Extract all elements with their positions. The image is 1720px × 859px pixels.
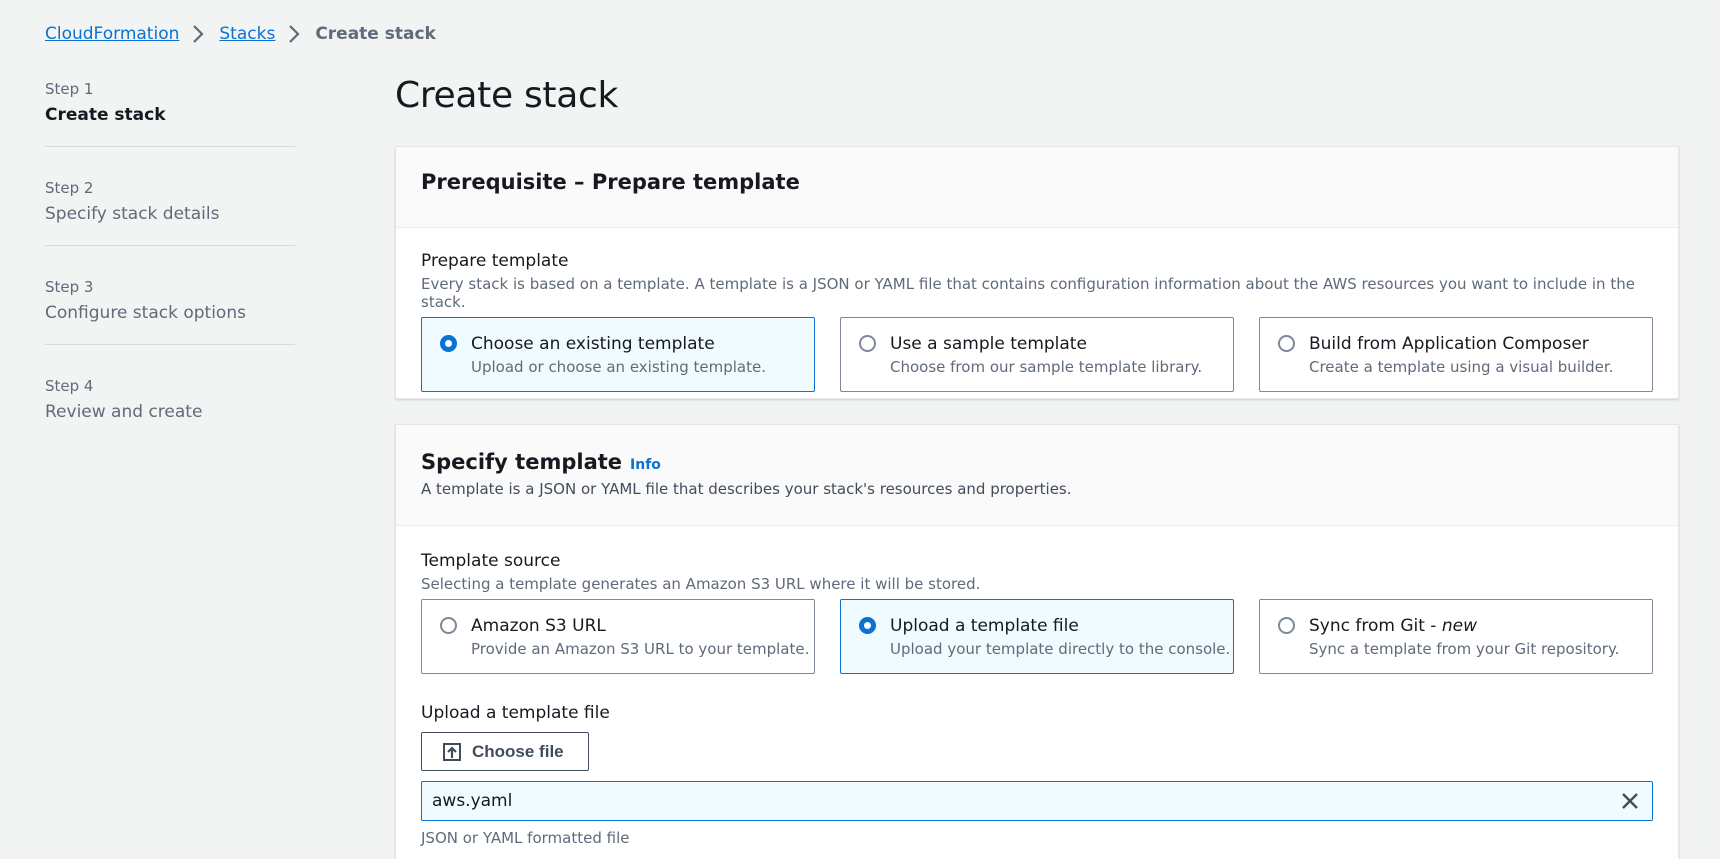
tile-title-text: Sync from Git - — [1309, 616, 1442, 636]
breadcrumb-current: Create stack — [315, 24, 436, 44]
step-number: Step 1 — [45, 80, 94, 98]
tile-title-text: Amazon S3 URL — [471, 616, 606, 636]
prerequisite-panel: Prerequisite – Prepare template Prepare … — [395, 146, 1679, 399]
radio-button[interactable] — [859, 335, 876, 352]
panel-title: Prerequisite – Prepare template — [421, 170, 800, 194]
tile-description: Choose from our sample template library. — [890, 358, 1203, 376]
tile-title: Use a sample template — [890, 334, 1087, 354]
chevron-right-icon — [192, 25, 204, 43]
step-number: Step 2 — [45, 179, 94, 197]
radio-button[interactable] — [440, 335, 457, 352]
wizard-step-1: Step 1 Create stack — [45, 75, 295, 147]
radio-button[interactable] — [1278, 617, 1295, 634]
selected-file-token: aws.yaml — [421, 781, 1653, 821]
panel-body: Template source Selecting a template gen… — [396, 526, 1678, 847]
panel-description: A template is a JSON or YAML file that d… — [421, 480, 1072, 498]
chevron-right-icon — [288, 25, 300, 43]
upload-label: Upload a template file — [421, 703, 610, 723]
wizard-step-3: Step 3 Configure stack options — [45, 273, 295, 345]
radio-button[interactable] — [440, 617, 457, 634]
tile-title: Choose an existing template — [471, 334, 715, 354]
tile-build-from-application-composer[interactable]: Build from Application Composer Create a… — [1259, 317, 1653, 392]
wizard-step-2: Step 2 Specify stack details — [45, 174, 295, 246]
tile-title: Build from Application Composer — [1309, 334, 1589, 354]
radio-button[interactable] — [859, 617, 876, 634]
field-description: Every stack is based on a template. A te… — [421, 275, 1635, 311]
specify-template-panel: Specify template Info A template is a JSO… — [395, 424, 1679, 859]
choose-file-label: Choose file — [472, 741, 564, 761]
file-constraint-text: JSON or YAML formatted file — [421, 829, 630, 847]
panel-title-text: Specify template — [421, 450, 623, 474]
close-icon[interactable] — [1618, 789, 1642, 813]
file-name: aws.yaml — [432, 791, 513, 811]
tile-choose-existing-template[interactable]: Choose an existing template Upload or ch… — [421, 317, 815, 392]
tile-title: Sync from Git - new — [1309, 615, 1619, 637]
wizard-steps: Step 1 Create stack Step 2 Specify stack… — [45, 75, 295, 470]
tile-description: Create a template using a visual builder… — [1309, 358, 1614, 376]
panel-title: Specify template Info — [421, 450, 1653, 474]
page-title: Create stack — [395, 75, 619, 116]
tile-use-sample-template[interactable]: Use a sample template Choose from our sa… — [840, 317, 1234, 392]
field-label: Template source — [421, 551, 561, 571]
tile-title: Amazon S3 URL — [471, 615, 809, 637]
tile-description: Upload or choose an existing template. — [471, 358, 766, 376]
step-title[interactable]: Review and create — [45, 399, 295, 426]
panel-body: Prepare template Every stack is based on… — [396, 228, 1678, 392]
tile-upload-template-file[interactable]: Upload a template file Upload your templ… — [840, 599, 1234, 674]
wizard-step-4: Step 4 Review and create — [45, 372, 295, 443]
template-source-radio-group: Amazon S3 URL Provide an Amazon S3 URL t… — [421, 599, 1653, 674]
field-description: Selecting a template generates an Amazon… — [421, 575, 981, 593]
tile-sync-from-git[interactable]: Sync from Git - new Sync a template from… — [1259, 599, 1653, 674]
step-number: Step 3 — [45, 278, 94, 296]
upload-icon — [442, 742, 462, 762]
tile-amazon-s3-url[interactable]: Amazon S3 URL Provide an Amazon S3 URL t… — [421, 599, 815, 674]
breadcrumb-cloudformation[interactable]: CloudFormation — [45, 24, 179, 44]
choose-file-button[interactable]: Choose file — [421, 732, 589, 771]
radio-button[interactable] — [1278, 335, 1295, 352]
tile-description: Provide an Amazon S3 URL to your templat… — [471, 640, 810, 658]
new-badge: new — [1441, 616, 1477, 636]
panel-header: Prerequisite – Prepare template — [396, 147, 1678, 228]
tile-description: Sync a template from your Git repository… — [1309, 640, 1620, 658]
prepare-template-radio-group: Choose an existing template Upload or ch… — [421, 317, 1653, 392]
step-title: Create stack — [45, 105, 166, 125]
tile-title: Upload a template file — [890, 615, 1230, 637]
tile-description: Upload your template directly to the con… — [890, 640, 1231, 658]
breadcrumb: CloudFormation Stacks Create stack — [45, 24, 436, 44]
breadcrumb-stacks[interactable]: Stacks — [219, 24, 275, 44]
step-title[interactable]: Configure stack options — [45, 300, 295, 327]
step-number: Step 4 — [45, 377, 94, 395]
tile-title-text: Upload a template file — [890, 616, 1079, 636]
info-link[interactable]: Info — [630, 457, 661, 473]
panel-header: Specify template Info A template is a JSO… — [396, 425, 1678, 526]
step-title[interactable]: Specify stack details — [45, 201, 295, 228]
field-label: Prepare template — [421, 251, 569, 271]
